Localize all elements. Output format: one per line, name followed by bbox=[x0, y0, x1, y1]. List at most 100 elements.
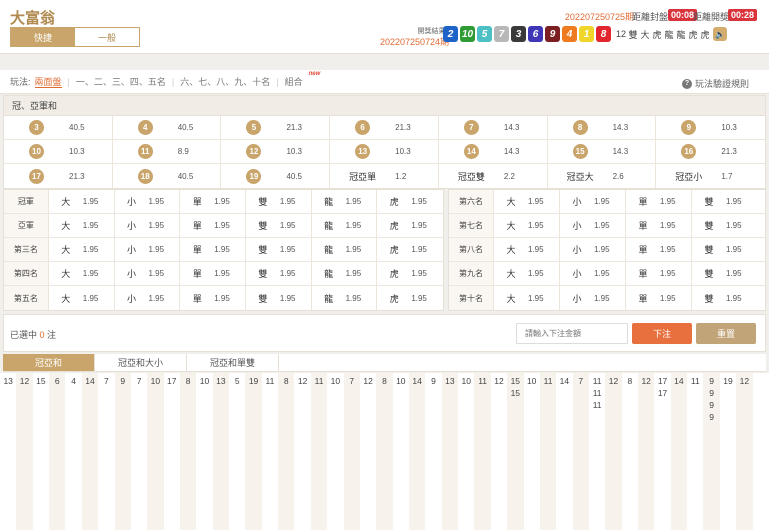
sum-odds-cell[interactable]: 10 10.3 bbox=[4, 140, 113, 163]
play-item[interactable]: 一、二、三、四、五名 bbox=[76, 77, 166, 87]
odds-cell[interactable]: 小 1.95 bbox=[115, 238, 181, 261]
odds-cell[interactable]: 龍 1.95 bbox=[312, 190, 378, 213]
odds-value: 1.95 bbox=[528, 197, 544, 206]
odds-cell[interactable]: 大 1.95 bbox=[494, 262, 560, 285]
sum-odds-cell[interactable]: 12 10.3 bbox=[221, 140, 331, 163]
sum-odds-cell[interactable]: 8 14.3 bbox=[548, 116, 657, 139]
submit-bet-button[interactable]: 下注 bbox=[632, 323, 692, 344]
odds-cell[interactable]: 大 1.95 bbox=[494, 286, 560, 310]
sum-odds-cell[interactable]: 冠亞單 1.2 bbox=[330, 164, 439, 188]
odds-cell[interactable]: 大 1.95 bbox=[494, 190, 560, 213]
reset-button[interactable]: 重置 bbox=[696, 323, 756, 344]
odds-cell[interactable]: 小 1.95 bbox=[560, 190, 626, 213]
rules-link[interactable]: ? 玩法驗證規則 bbox=[681, 77, 749, 90]
play-item[interactable]: 兩面盤 bbox=[34, 77, 62, 88]
odds-cell[interactable]: 雙 1.95 bbox=[246, 238, 312, 261]
road-value: 15 bbox=[510, 376, 521, 386]
road-tab[interactable]: 冠亞和 bbox=[3, 354, 95, 371]
result-ball: 3 bbox=[511, 26, 526, 42]
sum-odds-cell[interactable]: 4 40.5 bbox=[113, 116, 222, 139]
odds-cell[interactable]: 大 1.95 bbox=[49, 262, 115, 285]
odds-cell[interactable]: 虎 1.95 bbox=[377, 190, 443, 213]
odds-cell[interactable]: 小 1.95 bbox=[115, 262, 181, 285]
odds-cell[interactable]: 雙 1.95 bbox=[246, 190, 312, 213]
sum-odds-cell[interactable]: 5 21.3 bbox=[221, 116, 331, 139]
sum-odds-cell[interactable]: 冠亞大 2.6 bbox=[548, 164, 657, 188]
odds-cell[interactable]: 單 1.95 bbox=[626, 214, 692, 237]
sum-odds-cell[interactable]: 冠亞雙 2.2 bbox=[439, 164, 548, 188]
odds-cell[interactable]: 大 1.95 bbox=[49, 190, 115, 213]
odds-cell[interactable]: 小 1.95 bbox=[560, 214, 626, 237]
sum-odds-cell[interactable]: 13 10.3 bbox=[330, 140, 439, 163]
road-value: 10 bbox=[526, 376, 537, 386]
play-item[interactable]: 六、七、八、九、十名 bbox=[180, 77, 270, 87]
bet-amount-input[interactable] bbox=[516, 323, 628, 344]
sum-odds-cell[interactable]: 16 21.3 bbox=[656, 140, 765, 163]
odds-cell[interactable]: 單 1.95 bbox=[180, 238, 246, 261]
odds-cell[interactable]: 虎 1.95 bbox=[377, 214, 443, 237]
sum-odds-cell[interactable]: 18 40.5 bbox=[113, 164, 222, 188]
position-table-left: 冠軍大 1.95 小 1.95 單 1.95 雙 1.95 龍 1.95 虎 1.95 亞軍大 1.95 小… bbox=[3, 189, 444, 311]
odds-cell[interactable]: 雙 1.95 bbox=[692, 286, 758, 310]
odds-cell[interactable]: 大 1.95 bbox=[49, 214, 115, 237]
odds-cell[interactable]: 小 1.95 bbox=[115, 286, 181, 310]
odds-cell[interactable]: 雙 1.95 bbox=[692, 214, 758, 237]
odds-cell[interactable]: 單 1.95 bbox=[180, 286, 246, 310]
odds-cell[interactable]: 雙 1.95 bbox=[246, 286, 312, 310]
odds-cell[interactable]: 大 1.95 bbox=[49, 238, 115, 261]
odds-cell[interactable]: 大 1.95 bbox=[494, 214, 560, 237]
play-item[interactable]: 組合 bbox=[285, 77, 303, 87]
play-items: 兩面盤 | 一、二、三、四、五名 | 六、七、八、九、十名 | 組合 new bbox=[34, 71, 320, 88]
odds-cell[interactable]: 龍 1.95 bbox=[312, 286, 378, 310]
odds-cell[interactable]: 單 1.95 bbox=[180, 214, 246, 237]
sum-odds-cell[interactable]: 11 8.9 bbox=[113, 140, 222, 163]
sum-odds-cell[interactable]: 14 14.3 bbox=[439, 140, 548, 163]
sum-odds-cell[interactable]: 6 21.3 bbox=[330, 116, 439, 139]
odds-cell[interactable]: 雙 1.95 bbox=[246, 214, 312, 237]
odds-cell[interactable]: 小 1.95 bbox=[560, 238, 626, 261]
odds-cell[interactable]: 單 1.95 bbox=[180, 190, 246, 213]
odds-cell[interactable]: 大 1.95 bbox=[494, 238, 560, 261]
odds-cell[interactable]: 雙 1.95 bbox=[246, 262, 312, 285]
mode-tab-0[interactable]: 快捷 bbox=[11, 28, 75, 46]
odds-cell[interactable]: 單 1.95 bbox=[180, 262, 246, 285]
odds-cell[interactable]: 單 1.95 bbox=[626, 286, 692, 310]
odds-cell[interactable]: 虎 1.95 bbox=[377, 238, 443, 261]
sum-odds-cell[interactable]: 17 21.3 bbox=[4, 164, 113, 188]
result-period: 202207250724期 bbox=[380, 37, 450, 47]
odds-value: 1.95 bbox=[411, 197, 427, 206]
odds-cell[interactable]: 虎 1.95 bbox=[377, 262, 443, 285]
odds-cell[interactable]: 大 1.95 bbox=[49, 286, 115, 310]
sum-odds-cell[interactable]: 7 14.3 bbox=[439, 116, 548, 139]
sum-key: 8 bbox=[548, 120, 613, 135]
road-tab[interactable]: 冠亞和單雙 bbox=[187, 354, 279, 371]
sum-odds-cell[interactable]: 3 40.5 bbox=[4, 116, 113, 139]
odds-cell[interactable]: 小 1.95 bbox=[115, 214, 181, 237]
odds-cell[interactable]: 單 1.95 bbox=[626, 190, 692, 213]
odds-cell[interactable]: 小 1.95 bbox=[560, 286, 626, 310]
odds-cell[interactable]: 雙 1.95 bbox=[692, 190, 758, 213]
odds-key: 虎 bbox=[389, 269, 399, 279]
odds-cell[interactable]: 龍 1.95 bbox=[312, 262, 378, 285]
odds-cell[interactable]: 單 1.95 bbox=[626, 238, 692, 261]
odds-value: 1.95 bbox=[660, 221, 676, 230]
odds-cell[interactable]: 雙 1.95 bbox=[692, 262, 758, 285]
position-label: 第七名 bbox=[449, 214, 494, 237]
odds-cell[interactable]: 龍 1.95 bbox=[312, 238, 378, 261]
road-value: 10 bbox=[199, 376, 210, 386]
odds-cell[interactable]: 單 1.95 bbox=[626, 262, 692, 285]
odds-cell[interactable]: 小 1.95 bbox=[115, 190, 181, 213]
odds-cell[interactable]: 雙 1.95 bbox=[692, 238, 758, 261]
sound-icon[interactable]: 🔈 bbox=[713, 27, 727, 41]
mode-tab-1[interactable]: 一般 bbox=[75, 28, 139, 46]
sum-odds-cell[interactable]: 冠亞小 1.7 bbox=[656, 164, 765, 188]
odds-value: 1.95 bbox=[148, 293, 165, 303]
road-value: 12 bbox=[494, 376, 504, 386]
road-tab[interactable]: 冠亞和大小 bbox=[95, 354, 187, 371]
sum-odds-cell[interactable]: 19 40.5 bbox=[221, 164, 331, 188]
odds-cell[interactable]: 龍 1.95 bbox=[312, 214, 378, 237]
odds-cell[interactable]: 小 1.95 bbox=[560, 262, 626, 285]
odds-cell[interactable]: 虎 1.95 bbox=[377, 286, 443, 310]
sum-odds-cell[interactable]: 15 14.3 bbox=[548, 140, 657, 163]
sum-odds-cell[interactable]: 9 10.3 bbox=[656, 116, 765, 139]
